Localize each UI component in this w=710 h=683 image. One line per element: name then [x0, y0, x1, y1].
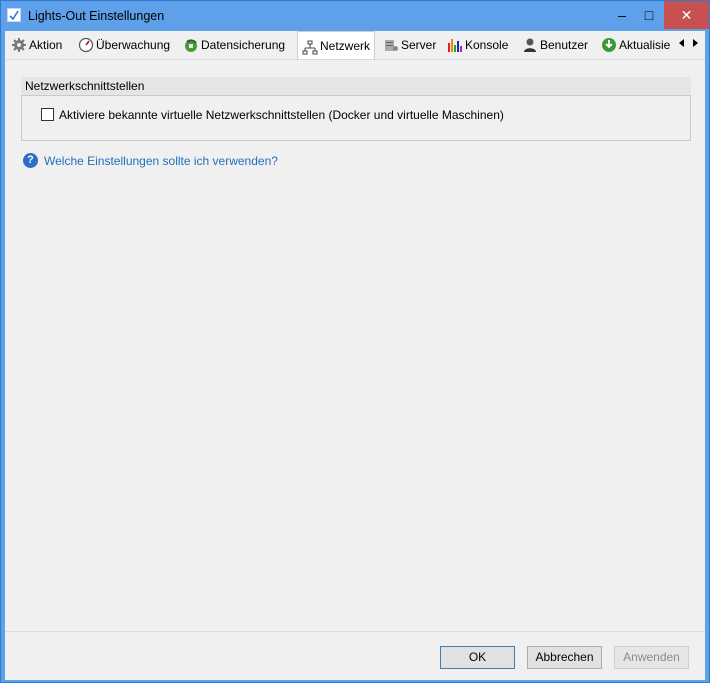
tab-datensicherung[interactable]: Datensicherung [183, 34, 285, 58]
server-icon [383, 37, 399, 53]
apply-button[interactable]: Anwenden [614, 646, 689, 669]
user-icon [522, 37, 538, 53]
close-button[interactable]: ✕ [664, 1, 709, 29]
tab-server[interactable]: Server [383, 34, 436, 58]
help-link[interactable]: Welche Einstellungen sollte ich verwende… [44, 154, 278, 168]
window-title: Lights-Out Einstellungen [28, 9, 165, 23]
tab-konsole[interactable]: Konsole [447, 34, 508, 58]
dialog-footer: OK Abbrechen Anwenden [5, 631, 705, 680]
tab-scroll-right-icon[interactable] [693, 39, 698, 47]
ok-button[interactable]: OK [440, 646, 515, 669]
group-title: Netzwerkschnittstellen [21, 77, 691, 95]
virtual-interfaces-label[interactable]: Aktiviere bekannte virtuelle Netzwerksch… [59, 108, 504, 122]
chart-icon [447, 37, 463, 53]
tab-netzwerk[interactable]: Netzwerk [297, 31, 376, 59]
cancel-button[interactable]: Abbrechen [527, 646, 602, 669]
speedometer-icon [78, 37, 94, 53]
tab-benutzer[interactable]: Benutzer [522, 34, 588, 58]
tab-strip: Aktion Überwachung Datensicherung Netzwe… [5, 31, 705, 60]
app-icon [7, 8, 21, 22]
backup-icon [183, 37, 199, 53]
tab-aktion-label: Aktion [29, 38, 63, 52]
network-interfaces-group: Aktiviere bekannte virtuelle Netzwerksch… [21, 95, 691, 141]
title-bar[interactable]: Lights-Out Einstellungen – □ ✕ [1, 1, 709, 31]
tab-aktualisierung[interactable]: Aktualisie [601, 34, 670, 58]
minimize-button[interactable]: – [607, 1, 637, 29]
tab-aktualisierung-label: Aktualisie [619, 38, 671, 52]
tab-benutzer-label: Benutzer [540, 38, 589, 52]
maximize-button[interactable]: □ [634, 1, 664, 29]
settings-window: Lights-Out Einstellungen – □ ✕ Aktion Üb… [0, 0, 710, 683]
network-icon [302, 38, 318, 55]
netzwerk-page: Netzwerkschnittstellen Aktiviere bekannt… [5, 60, 705, 630]
tab-scroll-arrows [671, 36, 705, 54]
tab-scroll-left-icon[interactable] [679, 39, 684, 47]
virtual-interfaces-checkbox[interactable] [41, 108, 54, 121]
tab-aktion[interactable]: Aktion [11, 34, 62, 58]
tab-datensicherung-label: Datensicherung [201, 38, 286, 52]
tab-konsole-label: Konsole [465, 38, 509, 52]
tab-ueberwachung-label: Überwachung [96, 38, 171, 52]
gear-icon [11, 37, 27, 53]
tab-ueberwachung[interactable]: Überwachung [78, 34, 170, 58]
dialog-client: Aktion Überwachung Datensicherung Netzwe… [5, 31, 705, 680]
help-icon[interactable]: ? [23, 153, 38, 168]
tab-server-label: Server [401, 38, 437, 52]
download-icon [601, 37, 617, 53]
tab-netzwerk-label: Netzwerk [320, 39, 371, 53]
